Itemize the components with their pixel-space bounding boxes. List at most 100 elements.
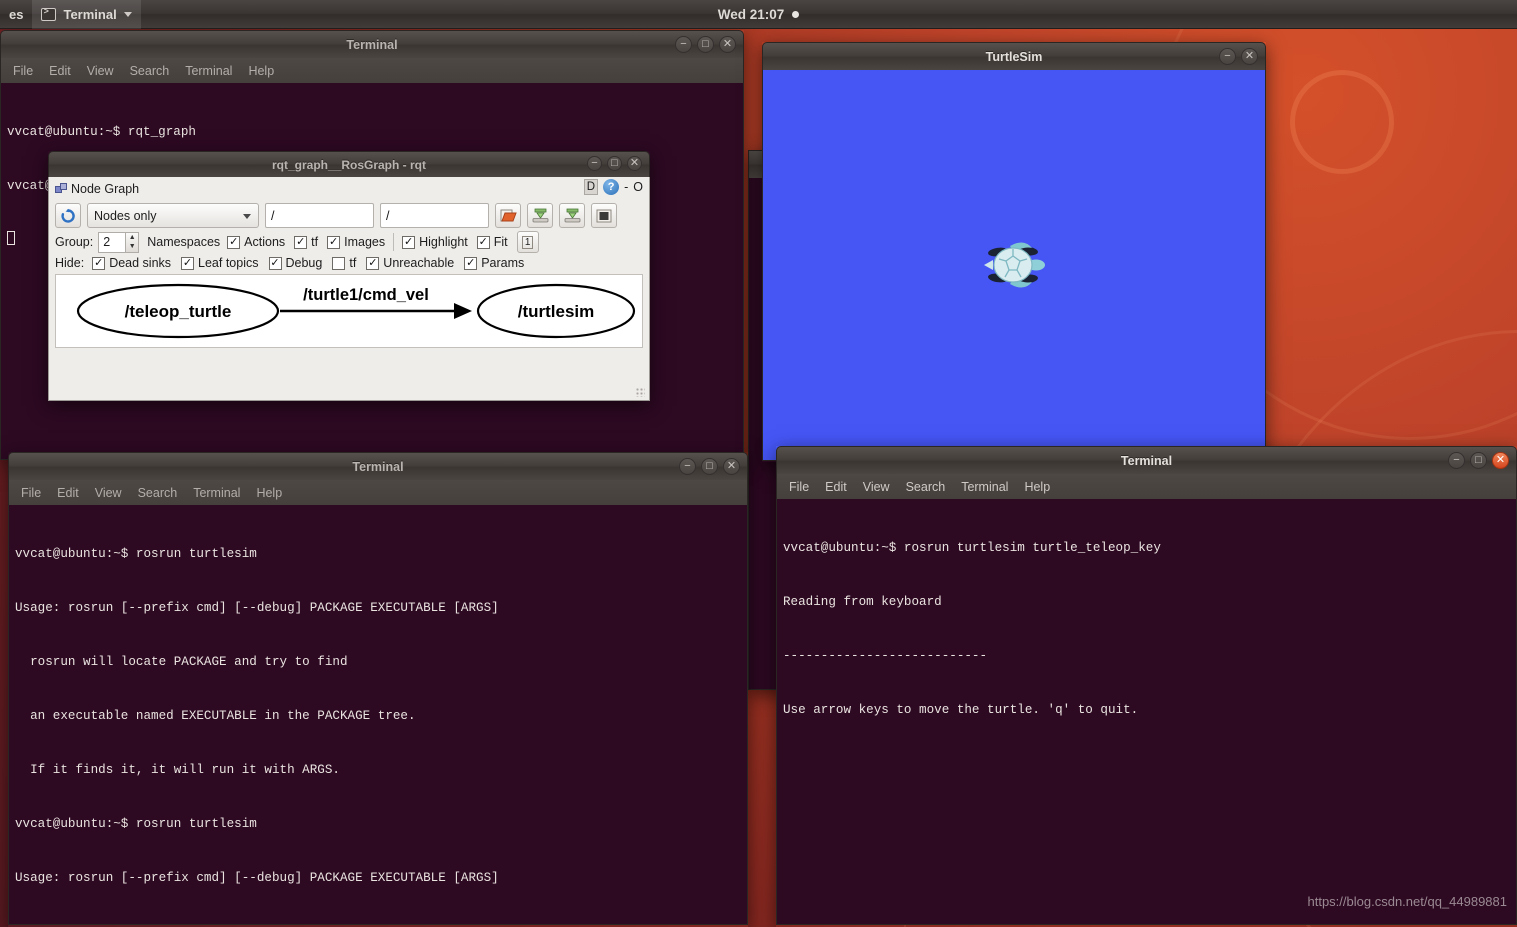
maximize-button[interactable]: □ [1470, 452, 1487, 469]
menu-help[interactable]: Help [256, 486, 282, 500]
menu-terminal[interactable]: Terminal [193, 486, 240, 500]
help-icon[interactable]: ? [603, 179, 620, 195]
checkbox-tf-label: tf [311, 235, 319, 249]
count-badge-button[interactable]: 1 [516, 231, 539, 253]
menu-terminal[interactable]: Terminal [185, 64, 232, 78]
menu-edit[interactable]: Edit [57, 486, 79, 500]
menu-edit[interactable]: Edit [825, 480, 847, 494]
close-button[interactable]: ✕ [719, 36, 736, 53]
checkbox-actions-box[interactable]: ✓ [227, 235, 241, 249]
checkbox-params-box[interactable]: ✓ [464, 256, 478, 270]
terminal-bottom-menubar[interactable]: File Edit View Search Terminal Help [8, 480, 748, 505]
topic-filter-value: / [271, 208, 275, 223]
checkbox-leaf-topics[interactable]: ✓ Leaf topics [181, 256, 259, 270]
minimize-button[interactable]: − [587, 156, 602, 171]
terminal-top-menubar[interactable]: File Edit View Search Terminal Help [0, 58, 744, 83]
checkbox-hide-tf[interactable]: tf [332, 256, 356, 270]
checkbox-dead-sinks-box[interactable]: ✓ [92, 256, 106, 270]
checkbox-highlight-box[interactable]: ✓ [402, 235, 416, 249]
close-button[interactable]: ✕ [723, 458, 740, 475]
checkbox-actions[interactable]: ✓ Actions [227, 235, 285, 249]
menu-search[interactable]: Search [906, 480, 946, 494]
rqt-graph-window[interactable]: rqt_graph__RosGraph - rqt − □ ✕ Node Gra… [48, 151, 650, 401]
checkbox-debug-box[interactable]: ✓ [268, 256, 282, 270]
terminal-top-window-buttons[interactable]: − □ ✕ [675, 36, 736, 53]
topic-filter-input[interactable]: / [265, 203, 374, 228]
group-spinner-buttons[interactable]: ▲ ▼ [126, 231, 140, 253]
turtlesim-canvas[interactable] [762, 70, 1266, 461]
checkbox-leaf-topics-box[interactable]: ✓ [181, 256, 195, 270]
menu-file[interactable]: File [13, 64, 33, 78]
close-button[interactable]: ✕ [627, 156, 642, 171]
checkbox-unreachable-box[interactable]: ✓ [366, 256, 380, 270]
checkbox-tf[interactable]: ✓ tf [294, 235, 318, 249]
menu-search[interactable]: Search [138, 486, 178, 500]
terminal-right-output[interactable]: vvcat@ubuntu:~$ rosrun turtlesim turtle_… [776, 499, 1517, 925]
minimize-button[interactable]: − [679, 458, 696, 475]
terminal-top-titlebar[interactable]: Terminal − □ ✕ [0, 30, 744, 58]
terminal-line: Usage: rosrun [--prefix cmd] [--debug] P… [15, 601, 499, 615]
checkbox-images-box[interactable]: ✓ [327, 235, 341, 249]
checkbox-tf-box[interactable]: ✓ [294, 235, 308, 249]
turtlesim-titlebar[interactable]: TurtleSim − ✕ [762, 42, 1266, 70]
open-folder-icon[interactable] [495, 203, 521, 228]
checkbox-fit-box[interactable]: ✓ [476, 235, 490, 249]
save-dot-icon[interactable] [527, 203, 553, 228]
rqt-window-buttons[interactable]: − □ ✕ [587, 156, 642, 171]
checkbox-highlight[interactable]: ✓ Highlight [402, 235, 468, 249]
minimize-button[interactable]: − [1219, 48, 1236, 65]
rqt-titlebar[interactable]: rqt_graph__RosGraph - rqt − □ ✕ [48, 151, 650, 177]
spinner-down-icon[interactable]: ▼ [126, 242, 138, 252]
minimize-button[interactable]: − [1448, 452, 1465, 469]
checkbox-images[interactable]: ✓ Images [327, 235, 385, 249]
menu-view[interactable]: View [95, 486, 122, 500]
node-filter-input[interactable]: / [380, 203, 489, 228]
dock-close-badge[interactable]: O [633, 180, 643, 194]
maximize-button[interactable]: □ [697, 36, 714, 53]
terminal-right-menubar[interactable]: File Edit View Search Terminal Help [776, 474, 1517, 499]
rqt-title: rqt_graph__RosGraph - rqt [271, 158, 427, 172]
checkbox-unreachable[interactable]: ✓ Unreachable [366, 256, 454, 270]
minimize-button[interactable]: − [675, 36, 692, 53]
dock-float-badge[interactable]: D [583, 179, 599, 195]
terminal-bottom-window-buttons[interactable]: − □ ✕ [679, 458, 740, 475]
menu-search[interactable]: Search [130, 64, 170, 78]
checkbox-debug[interactable]: ✓ Debug [268, 256, 322, 270]
fit-in-view-icon[interactable] [591, 203, 617, 228]
refresh-icon[interactable] [55, 203, 81, 228]
rqt-dock-controls[interactable]: D ? - O [583, 179, 643, 195]
menu-view[interactable]: View [863, 480, 890, 494]
terminal-right-titlebar[interactable]: Terminal − □ ✕ [776, 446, 1517, 474]
terminal-bottom-titlebar[interactable]: Terminal − □ ✕ [8, 452, 748, 480]
rqt-graph-canvas[interactable]: /teleop_turtle /turtle1/cmd_vel /turtles… [55, 274, 643, 348]
menu-help[interactable]: Help [248, 64, 274, 78]
graph-type-select[interactable]: Nodes only [87, 203, 259, 228]
maximize-button[interactable]: □ [607, 156, 622, 171]
turtlesim-window[interactable]: TurtleSim − ✕ [762, 42, 1266, 462]
checkbox-hide-tf-box[interactable] [332, 256, 346, 270]
resize-grip[interactable] [633, 385, 647, 399]
terminal-line: vvcat@ubuntu:~$ rosrun turtlesim turtle_… [783, 541, 1161, 555]
checkbox-params[interactable]: ✓ Params [464, 256, 524, 270]
maximize-button[interactable]: □ [701, 458, 718, 475]
close-button[interactable]: ✕ [1492, 452, 1509, 469]
menu-help[interactable]: Help [1024, 480, 1050, 494]
close-button[interactable]: ✕ [1241, 48, 1258, 65]
panel-clock[interactable]: Wed 21:07 [0, 0, 1517, 29]
menu-terminal[interactable]: Terminal [961, 480, 1008, 494]
menu-file[interactable]: File [789, 480, 809, 494]
spinner-up-icon[interactable]: ▲ [126, 233, 138, 243]
checkbox-fit[interactable]: ✓ Fit [476, 235, 508, 249]
menu-view[interactable]: View [87, 64, 114, 78]
checkbox-dead-sinks[interactable]: ✓ Dead sinks [92, 256, 171, 270]
menu-file[interactable]: File [21, 486, 41, 500]
dock-minimize-badge[interactable]: - [624, 180, 628, 194]
terminal-window-bottom[interactable]: Terminal − □ ✕ File Edit View Search Ter… [8, 452, 748, 927]
terminal-bottom-output[interactable]: vvcat@ubuntu:~$ rosrun turtlesim Usage: … [8, 505, 748, 925]
menu-edit[interactable]: Edit [49, 64, 71, 78]
terminal-right-window-buttons[interactable]: − □ ✕ [1448, 452, 1509, 469]
terminal-window-right[interactable]: Terminal − □ ✕ File Edit View Search Ter… [776, 446, 1517, 927]
turtlesim-window-buttons[interactable]: − ✕ [1219, 48, 1258, 65]
group-spinner-input[interactable]: 2 [98, 231, 127, 253]
save-image-icon[interactable] [559, 203, 585, 228]
